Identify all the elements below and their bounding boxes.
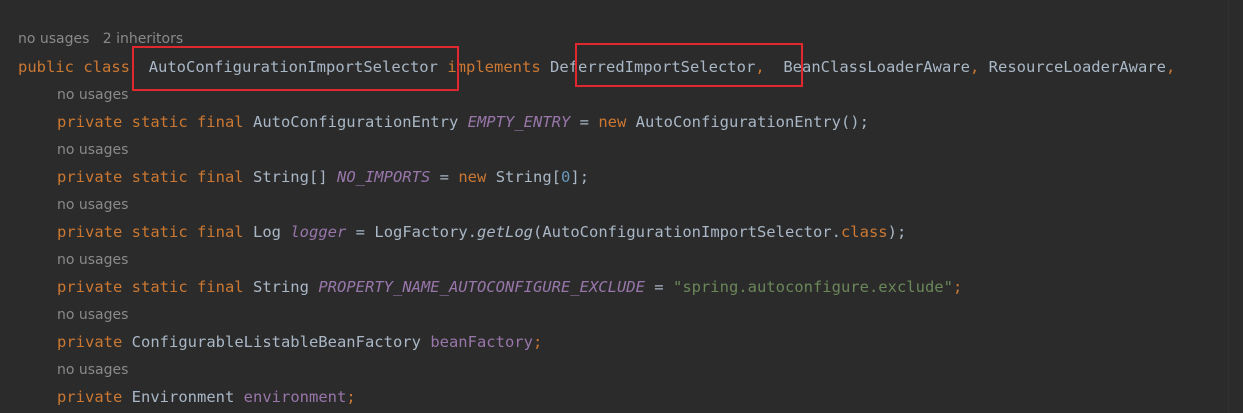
interface-resource-loader-aware[interactable]: ResourceLoaderAware <box>989 58 1166 76</box>
interface-highlight-box <box>575 43 803 87</box>
field-usage-hint[interactable]: no usages <box>57 87 128 103</box>
field-name[interactable]: logger <box>290 223 346 241</box>
comma: , <box>969 58 980 76</box>
array-type[interactable]: String[ <box>496 168 561 186</box>
semicolon: ; <box>532 333 543 351</box>
assign-operator: = <box>579 113 589 131</box>
field-type[interactable]: String <box>253 278 309 296</box>
array-close: ]; <box>570 168 590 186</box>
method-args[interactable]: (AutoConfigurationImportSelector. <box>533 223 841 241</box>
field-modifiers: private static final <box>57 223 244 241</box>
class-usages-hint[interactable]: no usages <box>18 31 89 47</box>
field-line-empty-entry[interactable]: private static final AutoConfigurationEn… <box>57 113 869 131</box>
semicolon: ; <box>346 388 356 406</box>
field-name[interactable]: EMPTY_ENTRY <box>468 113 571 131</box>
class-inheritors-hint[interactable]: 2 inheritors <box>103 31 183 47</box>
field-usage-hint[interactable]: no usages <box>57 197 128 213</box>
code-editor[interactable]: no usages 2 inheritors public class Auto… <box>0 0 1243 413</box>
method-get-log[interactable]: getLog <box>477 223 533 241</box>
keyword-class: class <box>840 223 888 241</box>
assign-operator: = <box>439 168 449 186</box>
keyword-public: public <box>18 58 74 76</box>
field-modifiers: private <box>57 388 123 406</box>
field-line-property-name[interactable]: private static final String PROPERTY_NAM… <box>57 278 962 296</box>
field-usage-hint[interactable]: no usages <box>57 142 128 158</box>
field-modifiers: private static final <box>57 278 244 296</box>
assign-operator: = <box>654 278 664 296</box>
keyword-implements: implements <box>447 58 541 76</box>
field-type[interactable]: ConfigurableListableBeanFactory <box>132 333 421 351</box>
vertical-scrollbar[interactable] <box>1228 0 1243 413</box>
keyword-new: new <box>458 168 487 186</box>
field-line-bean-factory[interactable]: private ConfigurableListableBeanFactory … <box>57 333 542 351</box>
field-name[interactable]: PROPERTY_NAME_AUTOCONFIGURE_EXCLUDE <box>318 278 645 296</box>
field-modifiers: private <box>57 333 123 351</box>
field-type[interactable]: Environment <box>132 388 235 406</box>
interface-bean-class-loader-aware[interactable]: BeanClassLoaderAware <box>783 58 970 76</box>
field-modifiers: private static final <box>57 168 244 186</box>
field-usage-hint[interactable]: no usages <box>57 252 128 268</box>
field-type[interactable]: AutoConfigurationEntry <box>253 113 458 131</box>
comma: , <box>1165 58 1176 76</box>
field-name[interactable]: beanFactory <box>430 333 533 351</box>
field-name[interactable]: NO_IMPORTS <box>337 168 430 186</box>
field-line-logger[interactable]: private static final Log logger = LogFac… <box>57 223 906 241</box>
assign-operator: = <box>355 223 366 241</box>
field-line-no-imports[interactable]: private static final String[] NO_IMPORTS… <box>57 168 589 186</box>
keyword-new: new <box>598 113 627 131</box>
field-initializer[interactable]: AutoConfigurationEntry(); <box>636 113 869 131</box>
class-name-highlight-box <box>132 46 459 91</box>
array-size-number: 0 <box>561 168 571 186</box>
field-name[interactable]: environment <box>244 388 347 406</box>
field-line-environment[interactable]: private Environment environment; <box>57 388 356 406</box>
field-usage-hint[interactable]: no usages <box>57 307 128 323</box>
keyword-class: class <box>83 58 131 76</box>
field-modifiers: private static final <box>57 113 244 131</box>
log-factory-ref[interactable]: LogFactory. <box>374 223 477 241</box>
field-type[interactable]: Log <box>253 223 281 241</box>
field-type[interactable]: String[] <box>253 168 328 186</box>
class-usage-hint[interactable]: no usages 2 inheritors <box>18 31 183 47</box>
string-literal[interactable]: "spring.autoconfigure.exclude" <box>673 278 953 296</box>
method-close: ); <box>887 223 907 241</box>
field-usage-hint[interactable]: no usages <box>57 362 128 378</box>
semicolon: ; <box>952 278 963 296</box>
